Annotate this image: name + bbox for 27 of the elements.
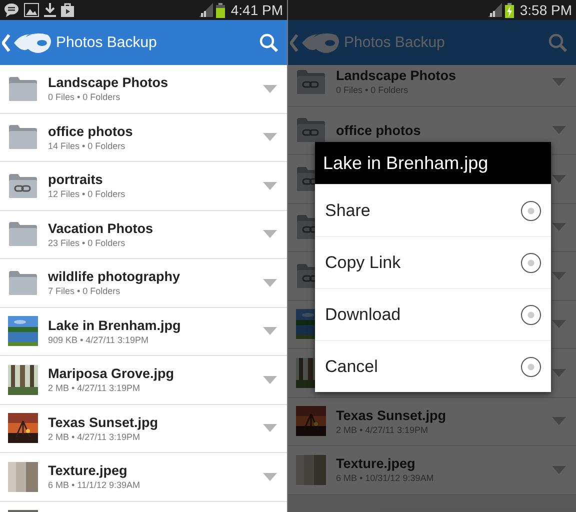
item-title: Texas Sunset.jpg [48, 414, 160, 430]
item-details: 2 MB • 4/27/11 3:19PM [48, 383, 142, 394]
status-time: 4:41 PM [230, 2, 283, 18]
item-title: office photos [48, 124, 134, 139]
item-details: 7 Files • 0 Folders [48, 286, 122, 296]
item-title: Mariposa Grove.jpg [48, 366, 176, 382]
item-title: Texas Sunset.jpg [336, 408, 448, 423]
item-details: 12 Files • 0 Folders [48, 189, 126, 200]
item-details: 0 Files • 0 Folders [48, 92, 122, 102]
item-title: office photos [336, 122, 422, 138]
item-title: Landscape Photos [336, 68, 458, 84]
app-title: Photos Backup [344, 34, 445, 51]
item-details: 23 Files • 0 Folders [48, 238, 126, 248]
item-details: 6 MB • 11/1/12 9:39AM [48, 480, 142, 490]
item-title: wildlife photography [48, 269, 181, 284]
item-title: Texture.jpeg [48, 463, 128, 478]
item-title: portraits [48, 172, 104, 188]
dialog-title: Lake in Brenham.jpg [315, 142, 551, 184]
status-time: 3:58 PM [520, 2, 572, 18]
item-details: 14 Files • 0 Folders [48, 140, 126, 151]
item-details: 909 KB • 4/27/11 3:19PM [48, 334, 150, 345]
item-title: Landscape Photos [48, 75, 170, 90]
app-title: Photos Backup [56, 34, 157, 51]
item-title: Vacation Photos [48, 220, 154, 236]
item-title: Texture.jpeg [336, 456, 416, 472]
item-title: Lake in Brenham.jpg [48, 318, 182, 333]
item-details: 2 MB • 4/27/11 3:19PM [48, 432, 142, 442]
